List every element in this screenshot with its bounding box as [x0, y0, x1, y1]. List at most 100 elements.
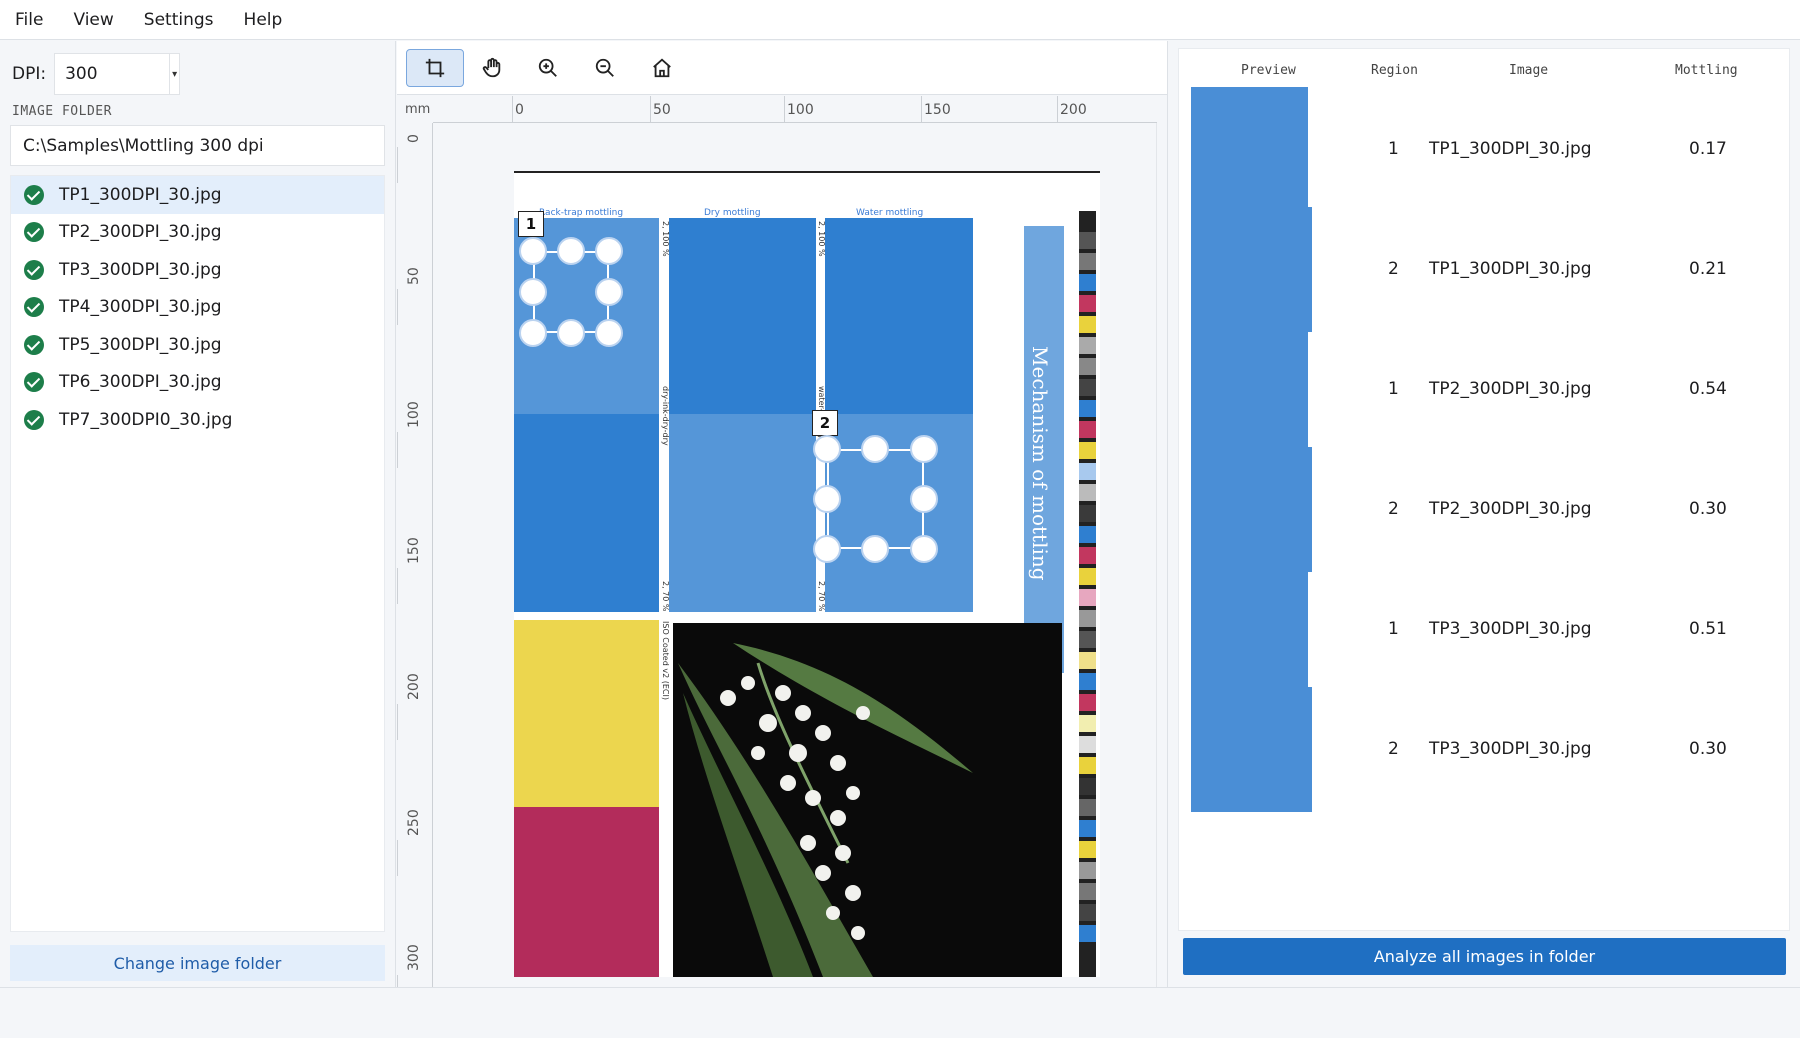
ruler-tick: 250 — [406, 809, 422, 836]
region-2-handle[interactable] — [910, 535, 938, 563]
file-list-item[interactable]: TP4_300DPI_30.jpg — [11, 289, 384, 327]
magenta-patch — [514, 807, 659, 977]
vertical-ruler: 0 50 100 150 200 250 300 — [397, 123, 433, 987]
color-swatch — [1079, 253, 1096, 270]
mottling-cell: 0.30 — [1689, 739, 1727, 759]
region-2-handle[interactable] — [910, 485, 938, 513]
change-image-folder-button[interactable]: Change image folder — [10, 945, 385, 981]
dpi-spinner[interactable]: ▾ — [170, 53, 181, 95]
region-1-handle[interactable] — [519, 237, 547, 265]
table-row[interactable]: 1 TP1_300DPI_30.jpg 0.17 — [1179, 84, 1791, 222]
region-2-handle[interactable] — [813, 535, 841, 563]
region-2-handle[interactable] — [910, 435, 938, 463]
image-folder-input[interactable]: C:\Samples\Mottling 300 dpi — [10, 125, 385, 166]
ruler-tick: 100 — [784, 96, 814, 123]
color-swatch — [1079, 736, 1096, 753]
region-1-handle[interactable] — [557, 237, 585, 265]
file-name: TP1_300DPI_30.jpg — [59, 184, 222, 205]
region-preview-thumbnail — [1191, 567, 1308, 692]
column-header-preview[interactable]: Preview — [1241, 63, 1296, 78]
viewer-toolbar — [397, 41, 1167, 95]
scan-edge — [514, 171, 1100, 187]
region-label-2[interactable]: 2 — [812, 410, 838, 436]
results-table: Preview Region Image Mottling 1 TP1_300DP… — [1178, 48, 1790, 931]
region-preview-thumbnail — [1191, 327, 1308, 452]
color-swatch — [1079, 610, 1096, 627]
color-swatch — [1079, 820, 1096, 837]
color-swatch — [1079, 715, 1096, 732]
image-cell: TP1_300DPI_30.jpg — [1429, 139, 1592, 159]
region-1-handle[interactable] — [595, 278, 623, 306]
zoom-out-icon — [595, 58, 614, 77]
table-row[interactable]: 2 TP2_300DPI_30.jpg 0.30 — [1179, 444, 1791, 582]
region-1-handle[interactable] — [595, 319, 623, 347]
crop-tool-button[interactable] — [406, 49, 464, 87]
region-1-handle[interactable] — [519, 319, 547, 347]
table-row[interactable]: 1 TP3_300DPI_30.jpg 0.51 — [1179, 564, 1791, 702]
region-1-handle[interactable] — [557, 319, 585, 347]
column-header-mottling[interactable]: Mottling — [1675, 63, 1738, 78]
region-1-handle[interactable] — [595, 237, 623, 265]
color-swatch — [1079, 904, 1096, 921]
menu-file[interactable]: File — [15, 10, 43, 30]
region-cell: 1 — [1388, 139, 1399, 159]
zoom-in-button[interactable] — [519, 49, 577, 87]
file-name: TP5_300DPI_30.jpg — [59, 334, 222, 355]
table-row[interactable]: 1 TP2_300DPI_30.jpg 0.54 — [1179, 324, 1791, 462]
file-list-item[interactable]: TP2_300DPI_30.jpg — [11, 214, 384, 252]
table-row[interactable]: 2 TP3_300DPI_30.jpg 0.30 — [1179, 684, 1791, 822]
region-2-handle[interactable] — [861, 535, 889, 563]
results-panel: Preview Region Image Mottling 1 TP1_300DP… — [1167, 41, 1800, 987]
table-row[interactable]: 2 TP1_300DPI_30.jpg 0.21 — [1179, 204, 1791, 342]
region-label-1[interactable]: 1 — [518, 211, 544, 237]
vertical-note: ISO Coated v2 (ECI) — [661, 621, 670, 700]
ruler-tick: 50 — [650, 96, 671, 123]
check-circle-icon — [24, 184, 44, 205]
ruler-tick: 200 — [1057, 96, 1087, 123]
home-view-button[interactable] — [633, 49, 691, 87]
color-swatch — [1079, 232, 1096, 249]
region-preview-thumbnail — [1191, 687, 1312, 812]
color-swatch — [1079, 295, 1096, 312]
menu-help[interactable]: Help — [244, 10, 283, 30]
color-swatch — [1079, 547, 1096, 564]
region-2-handle[interactable] — [861, 435, 889, 463]
file-list-item[interactable]: TP5_300DPI_30.jpg — [11, 326, 384, 364]
ruler-tick: 150 — [406, 537, 422, 564]
ruler-tick: 150 — [921, 96, 951, 123]
column-header-region[interactable]: Region — [1371, 63, 1418, 78]
color-swatch — [1079, 421, 1096, 438]
analyze-all-button[interactable]: Analyze all images in folder — [1183, 938, 1786, 975]
image-cell: TP3_300DPI_30.jpg — [1429, 619, 1592, 639]
color-swatch — [1079, 568, 1096, 585]
color-swatch — [1079, 316, 1096, 333]
zoom-out-button[interactable] — [576, 49, 634, 87]
color-swatch — [1079, 799, 1096, 816]
menu-view[interactable]: View — [73, 10, 113, 30]
ruler-tick: 50 — [406, 267, 422, 285]
file-list-item[interactable]: TP6_300DPI_30.jpg — [11, 364, 384, 402]
check-circle-icon — [24, 372, 44, 393]
column-header: Water mottling — [856, 208, 924, 218]
region-1-handle[interactable] — [519, 278, 547, 306]
column-header-image[interactable]: Image — [1509, 63, 1548, 78]
color-swatch — [1079, 337, 1096, 354]
file-list-item[interactable]: TP7_300DPI0_30.jpg — [11, 401, 384, 439]
yellow-patch — [514, 620, 659, 807]
check-circle-icon — [24, 259, 44, 280]
region-2-handle[interactable] — [813, 485, 841, 513]
image-cell: TP1_300DPI_30.jpg — [1429, 259, 1592, 279]
region-2-handle[interactable] — [813, 435, 841, 463]
color-swatch — [1079, 652, 1096, 669]
rack-trap-dark-patch — [514, 414, 659, 612]
pan-tool-button[interactable] — [463, 49, 521, 87]
color-swatch — [1079, 274, 1096, 291]
status-bar — [0, 987, 1800, 1038]
image-viewer[interactable]: 0 50 100 150 200 mm 0 50 100 150 200 250… — [397, 96, 1157, 987]
file-list-item[interactable]: TP1_300DPI_30.jpg — [11, 176, 384, 214]
test-chart-document[interactable]: Rack-trap mottling Dry mottling Water mo… — [514, 171, 1100, 977]
dpi-input[interactable]: 300 — [54, 53, 171, 95]
menu-settings[interactable]: Settings — [144, 10, 214, 30]
file-list-item[interactable]: TP3_300DPI_30.jpg — [11, 251, 384, 289]
vertical-note: 2, 70 % — [817, 581, 826, 612]
